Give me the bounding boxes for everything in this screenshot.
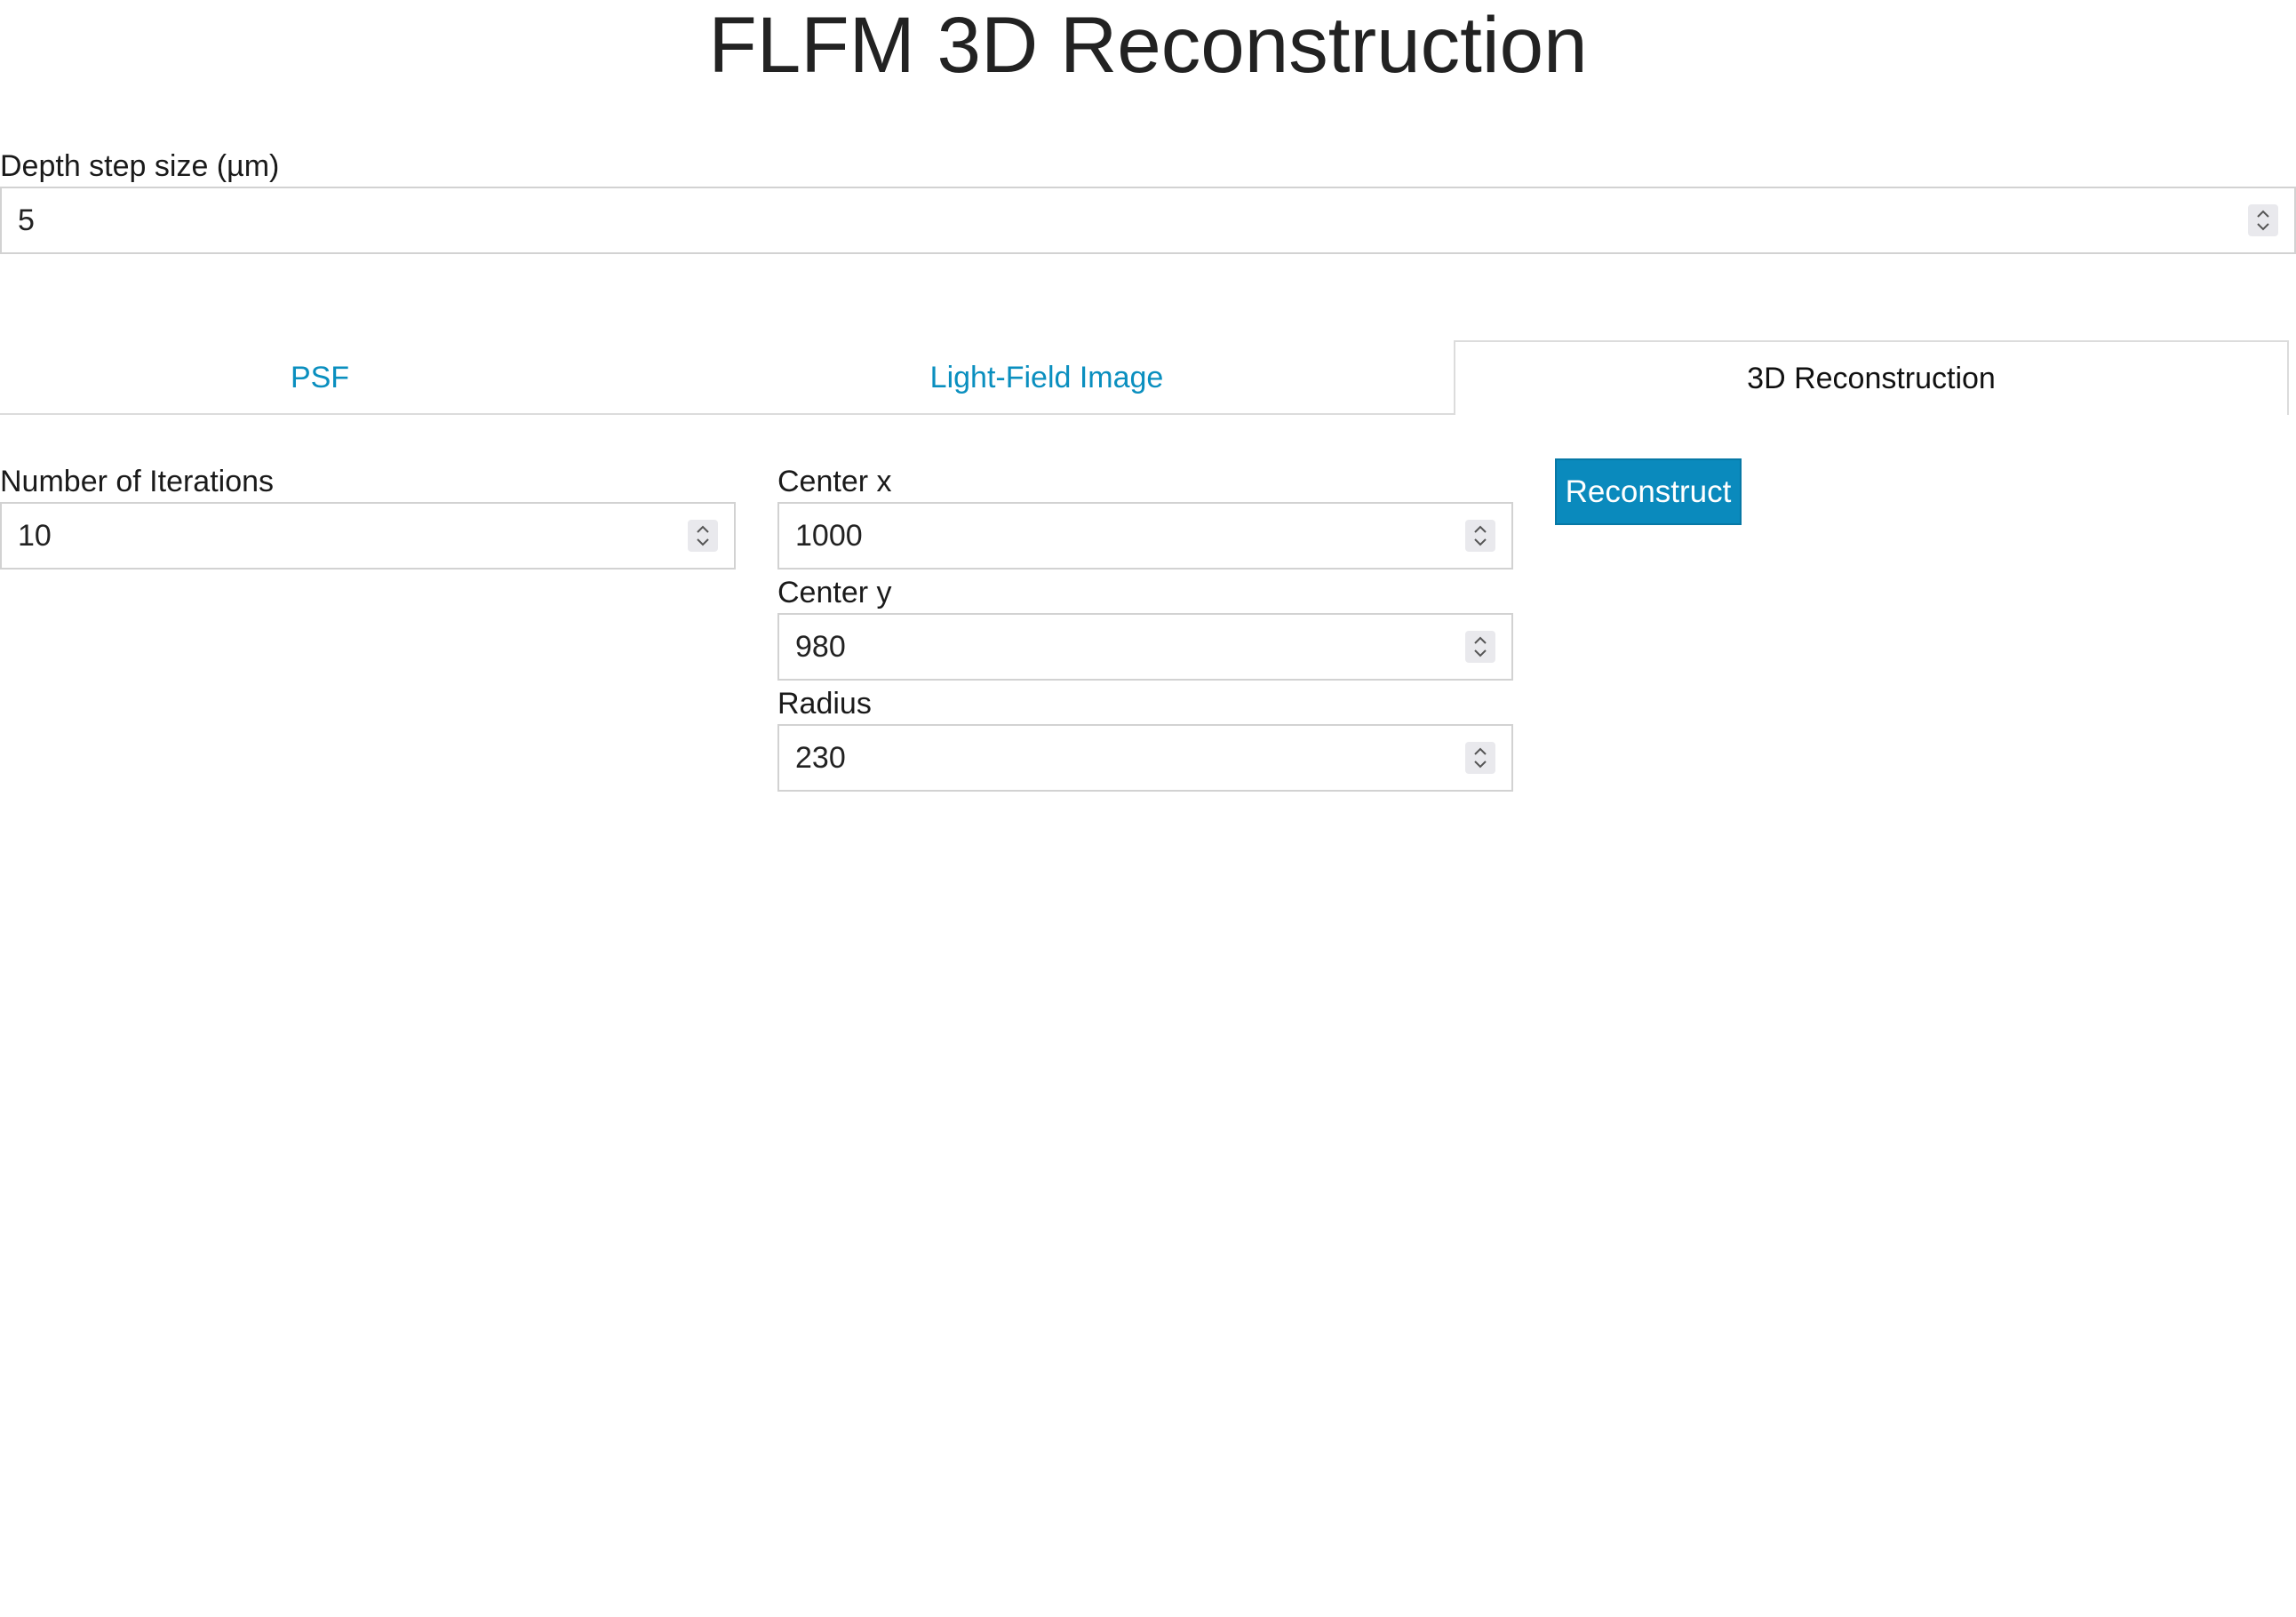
- center-y-spinner-icon[interactable]: [1465, 631, 1495, 663]
- center-x-input[interactable]: 1000: [777, 502, 1513, 570]
- page-title: FLFM 3D Reconstruction: [708, 0, 1588, 89]
- reconstruct-button[interactable]: Reconstruct: [1555, 458, 1742, 525]
- center-y-input[interactable]: 980: [777, 613, 1513, 681]
- tab-psf[interactable]: PSF: [0, 340, 640, 415]
- center-x-label: Center x: [777, 465, 892, 498]
- center-y-label: Center y: [777, 576, 892, 609]
- iterations-value: 10: [18, 518, 52, 553]
- iterations-label: Number of Iterations: [0, 465, 275, 498]
- radius-label: Radius: [777, 687, 872, 721]
- radius-input[interactable]: 230: [777, 724, 1513, 792]
- center-x-value: 1000: [795, 518, 863, 553]
- center-y-value: 980: [795, 629, 846, 664]
- radius-spinner-icon[interactable]: [1465, 742, 1495, 774]
- depth-step-spinner-icon[interactable]: [2248, 204, 2278, 236]
- iterations-spinner-icon[interactable]: [688, 520, 718, 552]
- depth-step-input[interactable]: 5: [0, 187, 2296, 254]
- depth-step-label: Depth step size (µm): [0, 149, 280, 183]
- tab-light-field-image[interactable]: Light-Field Image: [640, 340, 1454, 415]
- iterations-input[interactable]: 10: [0, 502, 736, 570]
- tab-3d-reconstruction[interactable]: 3D Reconstruction: [1454, 340, 2289, 415]
- depth-step-value: 5: [18, 203, 35, 237]
- radius-value: 230: [795, 740, 846, 775]
- tab-bar: PSF Light-Field Image 3D Reconstruction: [0, 340, 2289, 415]
- center-x-spinner-icon[interactable]: [1465, 520, 1495, 552]
